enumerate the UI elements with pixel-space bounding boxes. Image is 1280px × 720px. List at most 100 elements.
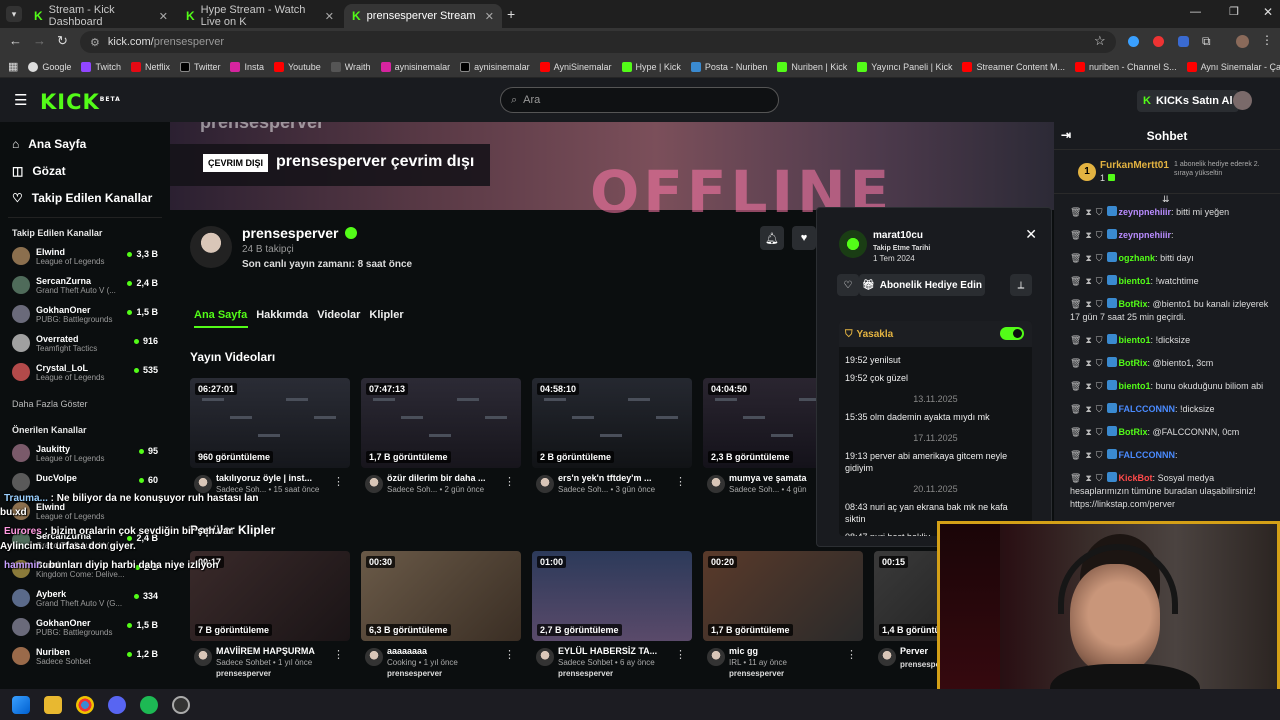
timeout-icon[interactable]: ⧗ (1085, 207, 1091, 217)
browser-tab-3[interactable]: Kprensesperver Stream - Watch ✕ (344, 4, 502, 28)
apps-grid-icon[interactable]: ▦ (8, 60, 18, 73)
browser-tab-2[interactable]: K Hype Stream - Watch Live on K ✕ (178, 4, 342, 28)
ban-icon[interactable]: ⛉ (1096, 230, 1103, 240)
video-thumbnail[interactable]: 07:47:13 1,7 B görüntüleme (361, 378, 521, 468)
notification-bell-button[interactable]: 🔔︎ (760, 226, 784, 250)
delete-message-icon[interactable]: 🗑︎ (1070, 381, 1081, 391)
ban-icon[interactable]: ⛉ (1096, 404, 1103, 414)
delete-message-icon[interactable]: 🗑︎ (1070, 276, 1081, 286)
timeout-icon[interactable]: ⧗ (1085, 358, 1091, 368)
delete-message-icon[interactable]: 🗑︎ (1070, 207, 1081, 217)
timeout-icon[interactable]: ⧗ (1085, 253, 1091, 263)
back-icon[interactable]: ← (9, 33, 22, 48)
close-window-icon[interactable]: ✕ (1263, 5, 1273, 19)
bookmark-yayinci-paneli[interactable]: Yayıncı Paneli | Kick (857, 61, 952, 72)
forward-icon[interactable]: → (33, 33, 46, 48)
bookmark-aynisinemalar-x[interactable]: aynisinemalar (460, 61, 530, 72)
search-input[interactable]: ⌕ Ara (500, 87, 779, 113)
browser-menu-icon[interactable]: ⋮ (1261, 33, 1273, 47)
video-card[interactable]: 04:58:10 2 B görüntüleme ers'n yek'n tftde… (532, 378, 692, 507)
bookmark-aynisinemalar-insta[interactable]: aynisinemalar (380, 61, 450, 72)
ban-icon[interactable]: ⛉ (1096, 299, 1103, 309)
address-bar[interactable]: ⚙ kick.com/prensesperver (80, 31, 1116, 53)
sidebar-channel[interactable]: Overrated Teamfight Tactics 916 (0, 331, 170, 360)
gift-subscription-button[interactable]: 🎁︎ Abonelik Hediye Edin (859, 274, 985, 296)
clip-channel[interactable]: prensesperver (729, 669, 863, 678)
timeout-icon[interactable]: ⧗ (1085, 230, 1091, 240)
bookmark-ayni-sinemalar[interactable]: Aynı Sinemalar - Ça... (1186, 61, 1280, 72)
timeout-icon[interactable]: ⧗ (1085, 299, 1091, 309)
profile-avatar[interactable] (1236, 35, 1249, 48)
bookmark-posta[interactable]: Posta - Nuriben (690, 61, 767, 72)
close-tab-icon[interactable]: ✕ (325, 10, 334, 23)
delete-message-icon[interactable]: 🗑︎ (1070, 230, 1081, 240)
tab-search-button[interactable]: ▾ (6, 6, 22, 22)
chrome-icon[interactable] (76, 695, 94, 714)
chat-username[interactable]: biento1 (1119, 276, 1151, 286)
chat-username[interactable]: BotRix (1119, 299, 1148, 309)
restore-icon[interactable]: ❐ (1229, 5, 1239, 18)
tab-clips[interactable]: Klipler (369, 309, 403, 321)
bookmark-google[interactable]: Google (28, 61, 71, 72)
sidebar-item-home[interactable]: ⌂ Ana Sayfa (0, 130, 170, 157)
video-card[interactable]: 06:27:01 960 görüntüleme takılıyoruz öyle … (190, 378, 350, 507)
clip-thumbnail[interactable]: 00:30 6,3 B görüntüleme (361, 551, 521, 641)
clip-channel[interactable]: prensesperver (558, 669, 692, 678)
sidebar-channel[interactable]: Nuriben Sadece Sohbet 1,2 B (0, 644, 170, 673)
bookmark-youtube[interactable]: Youtube (274, 61, 321, 72)
sidebar-channel[interactable]: Elwind League of Legends 3,3 B (0, 244, 170, 273)
kick-logo[interactable]: KICKBETA (40, 90, 121, 114)
timeout-icon[interactable]: ⧗ (1085, 276, 1091, 286)
ban-icon[interactable]: ⛉ (1096, 335, 1103, 345)
ban-icon[interactable]: ⛉ (1096, 358, 1103, 368)
delete-message-icon[interactable]: 🗑︎ (1070, 473, 1081, 483)
bookmark-streamer-content[interactable]: Streamer Content M... (962, 61, 1065, 72)
chat-username[interactable]: BotRix (1119, 427, 1148, 437)
bookmark-aynisinemalar-yt[interactable]: AyniSinemalar (539, 61, 612, 72)
clip-channel[interactable]: prensesperver (216, 669, 350, 678)
chat-username[interactable]: FALCCONNN (1119, 404, 1176, 414)
site-info-icon[interactable]: ⚙ (90, 36, 100, 49)
sidebar-item-browse[interactable]: ◫ Gözat (0, 157, 170, 184)
bookmark-hype-kick[interactable]: Hype | Kick (621, 61, 681, 72)
timeout-icon[interactable]: ⧗ (1085, 473, 1091, 483)
hamburger-menu-icon[interactable]: ☰ (14, 91, 27, 109)
timeout-icon[interactable]: ⧗ (1085, 450, 1091, 460)
timeout-icon[interactable]: ⧗ (1085, 381, 1091, 391)
clip-thumbnail[interactable]: 01:00 2,7 B görüntüleme (532, 551, 692, 641)
user-avatar[interactable] (1233, 91, 1252, 110)
timeout-icon[interactable]: ⧗ (1085, 404, 1091, 414)
new-tab-icon[interactable]: + (507, 6, 515, 22)
video-title[interactable]: özür dilerim bir daha ... (387, 473, 507, 483)
ban-icon[interactable]: ⛉ (1096, 253, 1103, 263)
bookmark-netflix[interactable]: Netflix (130, 61, 170, 72)
reload-icon[interactable]: ↻ (57, 33, 68, 49)
windows-start-icon[interactable] (12, 695, 30, 714)
video-title[interactable]: ers'n yek'n tftdey'm ... (558, 473, 678, 483)
tab-about[interactable]: Hakkımda (256, 309, 308, 321)
bookmark-twitch[interactable]: Twitch (81, 61, 121, 72)
timeout-icon[interactable]: ⧗ (1085, 427, 1091, 437)
extension-icon[interactable] (1178, 36, 1189, 47)
clip-title[interactable]: mic gg (729, 646, 849, 656)
ban-icon[interactable]: ⛉ (1096, 276, 1103, 286)
spotify-icon[interactable] (140, 695, 158, 714)
video-thumbnail[interactable]: 04:58:10 2 B görüntüleme (532, 378, 692, 468)
file-explorer-icon[interactable] (44, 695, 62, 714)
clip-title[interactable]: MAVİİREM HAPŞURMA (216, 646, 336, 656)
delete-message-icon[interactable]: 🗑︎ (1070, 427, 1081, 437)
ban-icon[interactable]: ⛉ (1096, 381, 1103, 391)
more-options-icon[interactable]: ⋮ (846, 648, 857, 661)
extensions-puzzle-icon[interactable]: ⧉ (1202, 34, 1211, 49)
clip-title[interactable]: EYLÜL HABERSİZ TA... (558, 646, 678, 656)
clip-thumbnail[interactable]: 00:20 1,7 B görüntüleme (703, 551, 863, 641)
clip-card[interactable]: 00:30 6,3 B görüntüleme aaaaaaaa Cooking • … (361, 551, 521, 686)
ban-toggle[interactable] (1000, 327, 1024, 340)
browser-tab-1[interactable]: K Stream - Kick Dashboard ✕ (26, 4, 176, 28)
extension-icon[interactable] (1128, 36, 1139, 47)
clip-title[interactable]: aaaaaaaa (387, 646, 507, 656)
bookmark-insta[interactable]: Insta (230, 61, 264, 72)
chat-username[interactable]: ogzhank (1119, 253, 1156, 263)
top-gifter-name[interactable]: FurkanMertt01 (1100, 160, 1169, 171)
video-thumbnail[interactable]: 06:27:01 960 görüntüleme (190, 378, 350, 468)
